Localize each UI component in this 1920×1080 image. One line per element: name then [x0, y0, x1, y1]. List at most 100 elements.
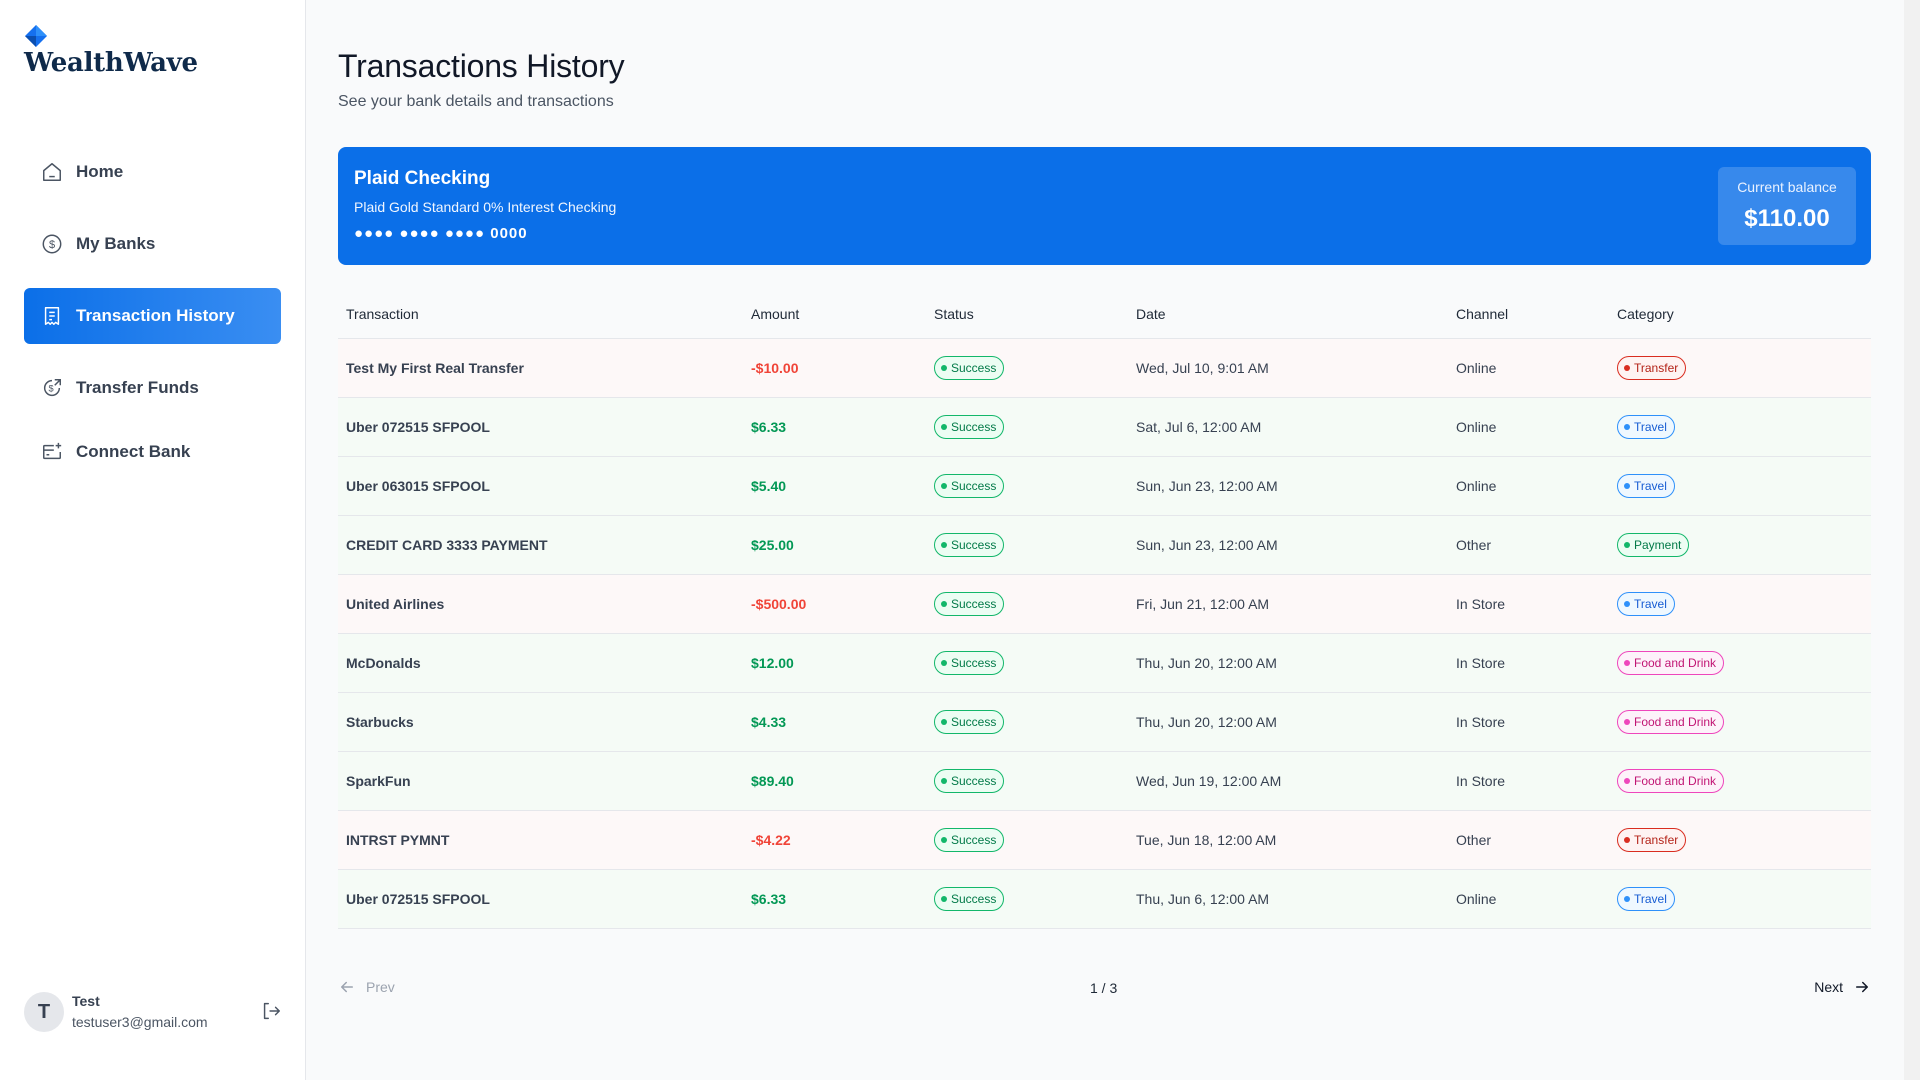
transaction-amount: $4.33 — [743, 692, 926, 752]
category-cell: Travel — [1609, 397, 1871, 457]
category-badge: Travel — [1617, 414, 1675, 439]
transaction-channel: In Store — [1448, 633, 1609, 693]
transaction-channel: In Store — [1448, 692, 1609, 752]
transaction-date: Thu, Jun 20, 12:00 AM — [1128, 633, 1448, 693]
brand-name: WealthWave — [24, 48, 198, 78]
table-header-row: Transaction Amount Status Date Channel C… — [338, 291, 1871, 339]
brand-logo[interactable]: WealthWave — [24, 24, 198, 78]
category-badge: Travel — [1617, 886, 1675, 911]
status-cell: Success — [926, 633, 1128, 693]
table-row[interactable]: McDonalds $12.00 Success Thu, Jun 20, 12… — [338, 633, 1871, 693]
page-subtitle: See your bank details and transactions — [338, 93, 614, 110]
transaction-name: McDonalds — [338, 633, 743, 693]
bank-official-name: Plaid Gold Standard 0% Interest Checking — [354, 199, 617, 215]
transaction-name: Uber 072515 SFPOOL — [338, 869, 743, 929]
status-cell: Success — [926, 751, 1128, 811]
status-badge: Success — [934, 650, 1005, 675]
transactions-table: Transaction Amount Status Date Channel C… — [338, 291, 1871, 929]
user-name: Test — [72, 993, 100, 1009]
next-page-button[interactable]: Next — [1814, 978, 1871, 996]
transaction-name: SparkFun — [338, 751, 743, 811]
column-header-date: Date — [1128, 291, 1448, 339]
table-row[interactable]: Uber 072515 SFPOOL $6.33 Success Thu, Ju… — [338, 869, 1871, 929]
category-badge: Food and Drink — [1617, 650, 1725, 675]
sidebar: WealthWave Home $ My Banks Transaction H… — [0, 0, 306, 1080]
transaction-date: Sat, Jul 6, 12:00 AM — [1128, 397, 1448, 457]
column-header-amount: Amount — [743, 291, 926, 339]
svg-text:$: $ — [49, 384, 54, 394]
account-mask: ●●●● ●●●● ●●●● 0000 — [354, 225, 528, 242]
status-badge: Success — [934, 591, 1005, 616]
receipt-icon — [40, 304, 64, 328]
transaction-channel: In Store — [1448, 574, 1609, 634]
category-badge: Travel — [1617, 473, 1675, 498]
transaction-date: Thu, Jun 20, 12:00 AM — [1128, 692, 1448, 752]
sidebar-item-my-banks[interactable]: $ My Banks — [24, 216, 281, 272]
logout-icon[interactable] — [260, 1000, 282, 1022]
transaction-amount: $89.40 — [743, 751, 926, 811]
table-row[interactable]: Uber 063015 SFPOOL $5.40 Success Sun, Ju… — [338, 456, 1871, 516]
transaction-date: Thu, Jun 6, 12:00 AM — [1128, 869, 1448, 929]
transaction-channel: In Store — [1448, 751, 1609, 811]
status-badge: Success — [934, 886, 1005, 911]
prev-page-label: Prev — [366, 979, 395, 995]
transaction-amount: -$10.00 — [743, 338, 926, 398]
sidebar-item-label: Transfer Funds — [76, 378, 199, 397]
svg-text:$: $ — [49, 239, 55, 251]
table-row[interactable]: SparkFun $89.40 Success Wed, Jun 19, 12:… — [338, 751, 1871, 811]
table-row[interactable]: Uber 072515 SFPOOL $6.33 Success Sat, Ju… — [338, 397, 1871, 457]
table-row[interactable]: CREDIT CARD 3333 PAYMENT $25.00 Success … — [338, 515, 1871, 575]
status-badge: Success — [934, 709, 1005, 734]
category-cell: Food and Drink — [1609, 633, 1871, 693]
sidebar-item-connect-bank[interactable]: Connect Bank — [24, 424, 281, 480]
sidebar-item-label: Connect Bank — [76, 442, 191, 461]
column-header-category: Category — [1609, 291, 1871, 339]
category-cell: Transfer — [1609, 338, 1871, 398]
transaction-channel: Online — [1448, 338, 1609, 398]
status-badge: Success — [934, 768, 1005, 793]
page-scrollbar[interactable] — [1904, 0, 1920, 1080]
transaction-date: Fri, Jun 21, 12:00 AM — [1128, 574, 1448, 634]
transaction-channel: Other — [1448, 515, 1609, 575]
transaction-date: Sun, Jun 23, 12:00 AM — [1128, 515, 1448, 575]
transaction-channel: Online — [1448, 869, 1609, 929]
transaction-name: Uber 063015 SFPOOL — [338, 456, 743, 516]
transaction-channel: Other — [1448, 810, 1609, 870]
category-badge: Payment — [1617, 532, 1690, 557]
status-badge: Success — [934, 827, 1005, 852]
table-row[interactable]: United Airlines -$500.00 Success Fri, Ju… — [338, 574, 1871, 634]
category-badge: Travel — [1617, 591, 1675, 616]
category-cell: Food and Drink — [1609, 751, 1871, 811]
transaction-name: CREDIT CARD 3333 PAYMENT — [338, 515, 743, 575]
sidebar-item-transaction-history[interactable]: Transaction History — [24, 288, 281, 344]
sidebar-item-transfer-funds[interactable]: $ Transfer Funds — [24, 360, 281, 416]
category-cell: Travel — [1609, 456, 1871, 516]
transaction-name: Uber 072515 SFPOOL — [338, 397, 743, 457]
main-content: Transactions History See your bank detai… — [338, 0, 1872, 1080]
table-row[interactable]: INTRST PYMNT -$4.22 Success Tue, Jun 18,… — [338, 810, 1871, 870]
table-row[interactable]: Starbucks $4.33 Success Thu, Jun 20, 12:… — [338, 692, 1871, 752]
status-cell: Success — [926, 397, 1128, 457]
sidebar-item-label: Home — [76, 162, 124, 181]
transaction-date: Tue, Jun 18, 12:00 AM — [1128, 810, 1448, 870]
bank-info-card: Plaid Checking Plaid Gold Standard 0% In… — [338, 147, 1871, 265]
status-cell: Success — [926, 869, 1128, 929]
transaction-amount: $6.33 — [743, 869, 926, 929]
sidebar-item-home[interactable]: Home — [24, 144, 281, 200]
home-icon — [40, 160, 64, 184]
user-email: testuser3@gmail.com — [72, 1014, 208, 1030]
balance-value: $110.00 — [1744, 205, 1830, 232]
prev-page-button[interactable]: Prev — [338, 978, 395, 996]
dollar-circle-icon: $ — [40, 232, 64, 256]
category-cell: Food and Drink — [1609, 692, 1871, 752]
transaction-date: Wed, Jul 10, 9:01 AM — [1128, 338, 1448, 398]
arrow-right-icon — [1856, 981, 1868, 993]
user-profile: T Test testuser3@gmail.com — [24, 988, 284, 1044]
transaction-date: Sun, Jun 23, 12:00 AM — [1128, 456, 1448, 516]
transaction-date: Wed, Jun 19, 12:00 AM — [1128, 751, 1448, 811]
transaction-channel: Online — [1448, 456, 1609, 516]
avatar[interactable]: T — [24, 992, 64, 1032]
table-row[interactable]: Test My First Real Transfer -$10.00 Succ… — [338, 338, 1871, 398]
status-badge: Success — [934, 532, 1005, 557]
transaction-channel: Online — [1448, 397, 1609, 457]
